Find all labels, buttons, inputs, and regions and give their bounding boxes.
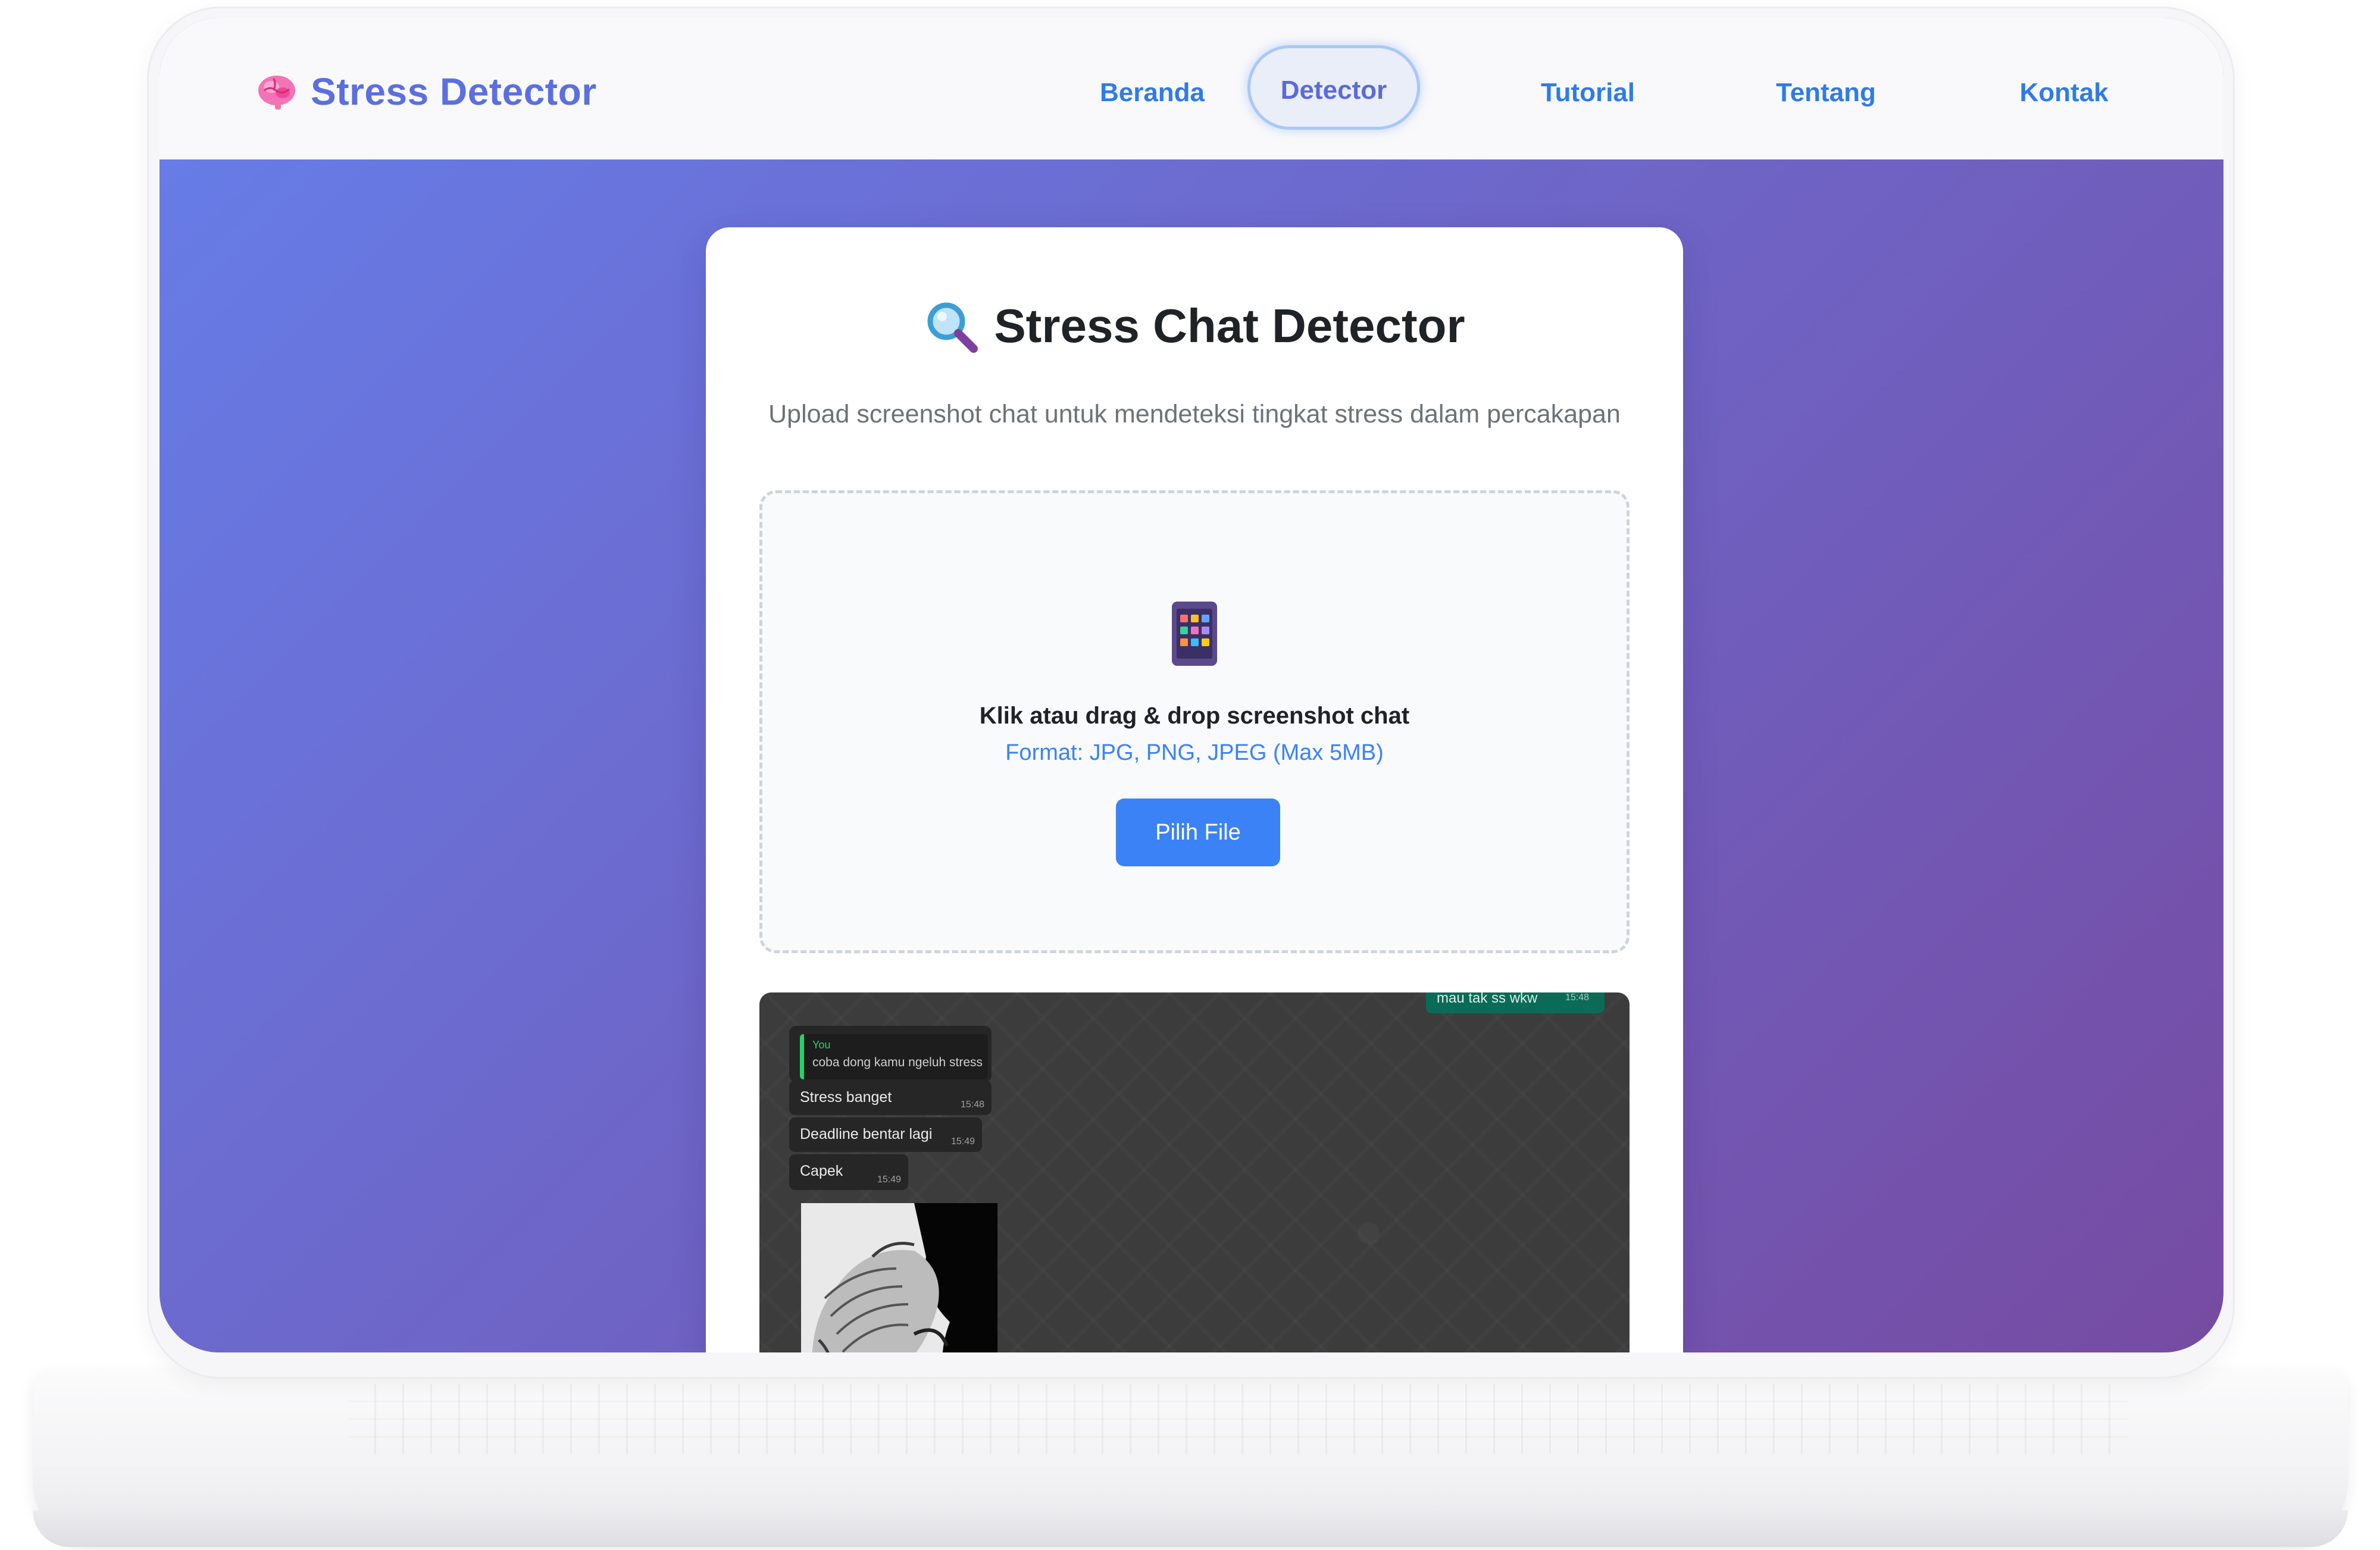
page-title: Stress Chat Detector [994,299,1465,352]
outgoing-message: mau tak ss wkw 15:48 [1426,992,1605,1013]
phone-icon [1172,602,1217,666]
nav-link-kontak[interactable]: Kontak [2004,70,2123,115]
chat-message-text: Capek [800,1163,843,1179]
magnifier-icon [927,302,978,353]
chat-message-time: 15:49 [950,1136,975,1147]
chat-message-text: Stress banget [800,1089,892,1106]
chat-screenshot-preview: mau tak ss wkw 15:48 You coba dong kamu … [759,992,1630,1352]
upload-format-hint: Format: JPG, PNG, JPEG (Max 5MB) [1005,740,1384,765]
chat-message: Deadline bentar lagi 15:49 [789,1117,982,1152]
chat-message-text: Deadline bentar lagi [800,1126,933,1142]
outgoing-message-text: mau tak ss wkw [1437,992,1538,1006]
nav-link-detector[interactable]: Detector [1247,45,1420,130]
laptop-base-lip [33,1510,2348,1547]
nav-link-beranda[interactable]: Beranda [1099,70,1206,115]
upload-dropzone[interactable]: Klik atau drag & drop screenshot chat Fo… [759,490,1630,953]
chat-image [801,1203,997,1352]
nav-link-tentang[interactable]: Tentang [1766,70,1885,115]
manga-illustration [801,1203,997,1352]
quoted-text: coba dong kamu ngeluh stress [812,1056,983,1069]
card-title: Stress Chat Detector [706,299,1683,353]
laptop-base [33,1370,2348,1547]
browser-viewport: Stress Detector Beranda Detector Tutoria… [159,18,2223,1352]
outgoing-message-time: 15:48 [1565,992,1589,1003]
brand-logo[interactable]: Stress Detector [256,68,597,115]
keyboard [348,1384,2128,1454]
upload-instruction: Klik atau drag & drop screenshot chat [979,703,1410,729]
page-subtitle: Upload screenshot chat untuk mendeteksi … [768,400,1621,428]
chat-message-time: 15:49 [877,1175,901,1185]
quoted-sender: You [812,1039,831,1051]
brain-icon [258,76,295,109]
chat-message: Stress banget 15:48 [789,1081,992,1115]
quoted-message: You coba dong kamu ngeluh stress [800,1034,988,1079]
brand-name: Stress Detector [311,70,597,113]
navbar: Stress Detector Beranda Detector Tutoria… [159,18,2223,159]
choose-file-button[interactable]: Pilih File [1116,799,1280,866]
chat-message-time: 15:48 [960,1100,984,1110]
nav-link-tutorial[interactable]: Tutorial [1528,70,1647,115]
quoted-reply-bubble: You coba dong kamu ngeluh stress [789,1026,992,1082]
detector-card: Stress Chat Detector Upload screenshot c… [706,227,1683,1352]
chat-message: Capek 15:49 [789,1154,908,1190]
